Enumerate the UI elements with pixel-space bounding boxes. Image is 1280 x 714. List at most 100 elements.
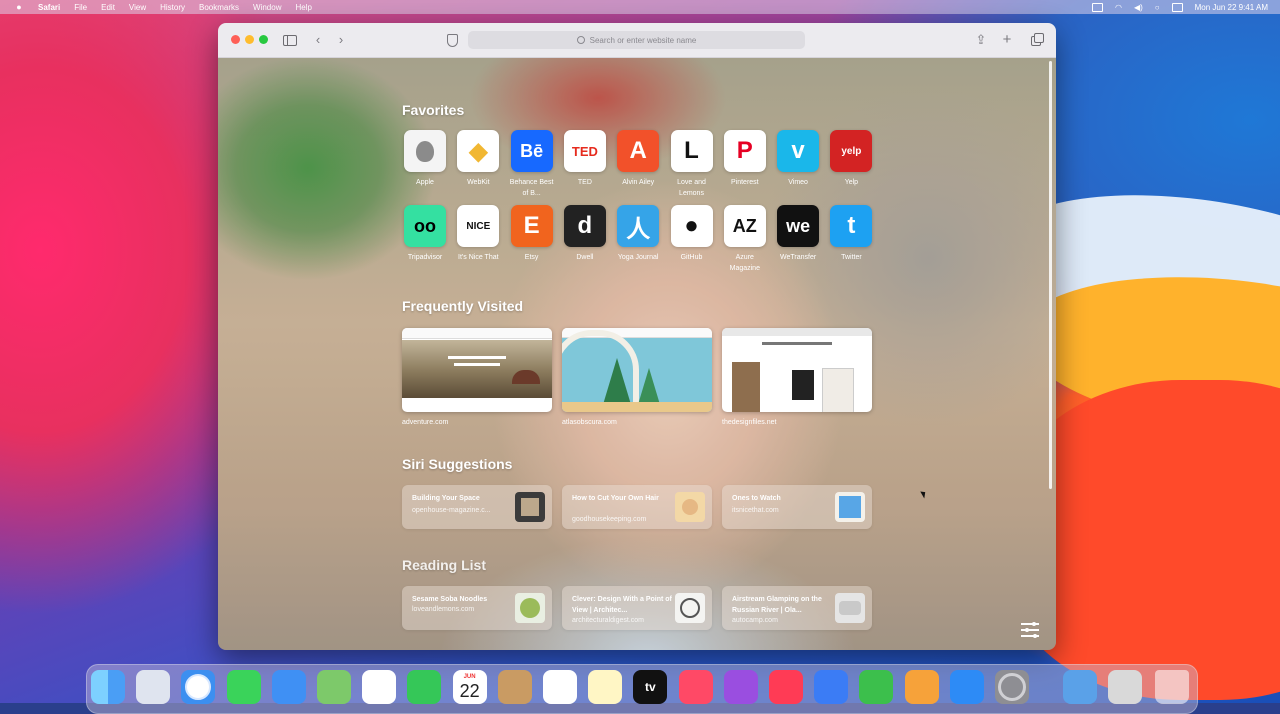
favorite-yelp[interactable]: yelp Yelp [828, 130, 874, 188]
reading-list-card[interactable]: Airstream Glamping on the Russian River … [722, 586, 872, 630]
frequently-visited-item[interactable]: adventure.com [402, 328, 552, 426]
reading-list-item-title: Sesame Soba Noodles [412, 596, 488, 603]
menu-window[interactable]: Window [253, 3, 281, 12]
close-window-button[interactable] [231, 35, 240, 44]
fullscreen-window-button[interactable] [259, 35, 268, 44]
messages-icon[interactable] [226, 670, 261, 704]
favorite-its-nice-that[interactable]: NICE It's Nice That [455, 205, 501, 263]
suggestion-title: Ones to Watch [732, 495, 781, 502]
photos-icon[interactable] [362, 670, 397, 704]
browser-toolbar: ‹ › Search or enter website name ⇪ + [218, 23, 1056, 58]
reading-list-title: Reading List [402, 557, 487, 573]
facetime-icon[interactable] [407, 670, 442, 704]
suggestion-source: goodhousekeeping.com [572, 516, 647, 523]
sidebar-toggle-icon[interactable] [282, 31, 298, 49]
favorite-etsy[interactable]: E Etsy [509, 205, 555, 263]
github-icon: ● [670, 205, 713, 247]
reading-list-item-source: architecturaldigest.com [572, 617, 644, 624]
favorite-github[interactable]: ● GitHub [669, 205, 715, 263]
customize-start-page-icon[interactable] [1021, 621, 1039, 638]
privacy-shield-icon[interactable] [447, 34, 458, 47]
menu-app-name[interactable]: Safari [38, 3, 60, 12]
suggestion-title: Building Your Space [412, 495, 480, 502]
downloads-folder-icon[interactable] [1063, 670, 1097, 704]
behance-icon: Bē [510, 130, 553, 172]
its-nice-that-icon: NICE [457, 205, 500, 247]
favorite-love-and-lemons[interactable]: L Love and Lemons [669, 130, 715, 199]
maps-icon[interactable] [317, 670, 351, 704]
favorite-behance[interactable]: Bē Behance Best of B... [509, 130, 555, 199]
menu-file[interactable]: File [74, 3, 87, 12]
favorite-twitter[interactable]: t Twitter [828, 205, 874, 263]
tab-overview-icon[interactable] [1030, 31, 1044, 49]
system-preferences-icon[interactable] [995, 670, 1029, 704]
address-bar[interactable]: Search or enter website name [468, 31, 805, 49]
favorite-vimeo[interactable]: v Vimeo [775, 130, 821, 188]
menu-clock[interactable]: Mon Jun 22 9:41 AM [1195, 3, 1268, 12]
reading-list-card[interactable]: Sesame Soba Noodles loveandlemons.com [402, 586, 552, 630]
forward-chevron-icon[interactable]: › [335, 31, 347, 49]
alvin-ailey-icon: A [617, 130, 660, 172]
frequently-visited-item[interactable]: atlasobscura.com [562, 328, 712, 426]
new-tab-plus-icon[interactable]: + [1000, 31, 1014, 49]
menu-history[interactable]: History [160, 3, 185, 12]
menu-help[interactable]: Help [295, 3, 311, 12]
trash-icon[interactable] [1155, 670, 1189, 704]
apple-menu-icon[interactable]: ● [14, 2, 24, 12]
favorite-alvin-ailey[interactable]: A Alvin Ailey [615, 130, 661, 188]
start-page: Favorites Apple ◆ WebKit Bē Behance Best of … [218, 58, 1056, 650]
minimize-window-button[interactable] [245, 35, 254, 44]
back-chevron-icon[interactable]: ‹ [312, 31, 324, 49]
frequently-visited-item[interactable]: thedesignfiles.net [722, 328, 872, 426]
ted-icon: TED [563, 130, 606, 172]
screen-mirroring-icon[interactable] [1091, 2, 1103, 12]
reading-list-card[interactable]: Clever: Design With a Point of View | Ar… [562, 586, 712, 630]
share-icon[interactable]: ⇪ [975, 31, 987, 49]
mail-icon[interactable] [271, 670, 306, 704]
dwell-icon: d [563, 205, 606, 247]
safari-icon[interactable] [181, 670, 216, 704]
menu-bookmarks[interactable]: Bookmarks [199, 3, 239, 12]
favorite-label: It's Nice That [458, 254, 499, 261]
favorite-label: Pinterest [730, 179, 759, 186]
finder-icon[interactable] [91, 670, 125, 704]
app-store-icon[interactable] [949, 670, 984, 704]
favorite-webkit[interactable]: ◆ WebKit [455, 130, 501, 188]
wifi-icon[interactable]: ◠ [1115, 3, 1122, 12]
volume-icon[interactable]: ◀) [1134, 3, 1143, 12]
launchpad-icon[interactable] [136, 670, 171, 704]
scrollbar[interactable] [1049, 61, 1052, 489]
spotlight-search-icon[interactable]: ○ [1155, 3, 1160, 12]
menu-edit[interactable]: Edit [101, 3, 115, 12]
documents-folder-icon[interactable] [1108, 670, 1142, 704]
siri-suggestion-card[interactable]: How to Cut Your Own Hair goodhousekeepin… [562, 485, 712, 529]
calendar-day: 22 [459, 681, 480, 701]
favorite-wetransfer[interactable]: we WeTransfer [775, 205, 821, 263]
favorite-azure-magazine[interactable]: AZ Azure Magazine [722, 205, 768, 274]
favorite-dwell[interactable]: d Dwell [562, 205, 608, 263]
podcasts-icon[interactable] [723, 670, 758, 704]
contacts-icon[interactable] [497, 670, 532, 704]
pages-icon[interactable] [904, 670, 939, 704]
siri-suggestion-card[interactable]: Ones to Watch itsnicethat.com [722, 485, 872, 529]
siri-suggestion-card[interactable]: Building Your Space openhouse-magazine.c… [402, 485, 552, 529]
favorite-tripadvisor[interactable]: oo Tripadvisor [402, 205, 448, 263]
keynote-icon[interactable] [814, 670, 849, 704]
reminders-icon[interactable] [543, 670, 577, 704]
news-icon[interactable] [769, 670, 803, 704]
reading-list-item-source: autocamp.com [732, 617, 778, 624]
favorite-ted[interactable]: TED TED [562, 130, 608, 188]
favorite-label: GitHub [680, 254, 703, 261]
apple-icon [404, 130, 446, 172]
numbers-icon[interactable] [859, 670, 894, 704]
menu-view[interactable]: View [129, 3, 146, 12]
notes-icon[interactable] [588, 670, 623, 704]
calendar-icon[interactable]: JUN 22 [452, 670, 487, 704]
favorite-pinterest[interactable]: P Pinterest [722, 130, 768, 188]
favorite-apple[interactable]: Apple [402, 130, 448, 188]
favorite-yoga-journal[interactable]: 人 Yoga Journal [615, 205, 661, 263]
tv-icon[interactable]: tv [633, 670, 668, 704]
music-icon[interactable] [678, 670, 713, 704]
favorites-title: Favorites [402, 102, 465, 118]
control-center-icon[interactable] [1171, 2, 1183, 12]
